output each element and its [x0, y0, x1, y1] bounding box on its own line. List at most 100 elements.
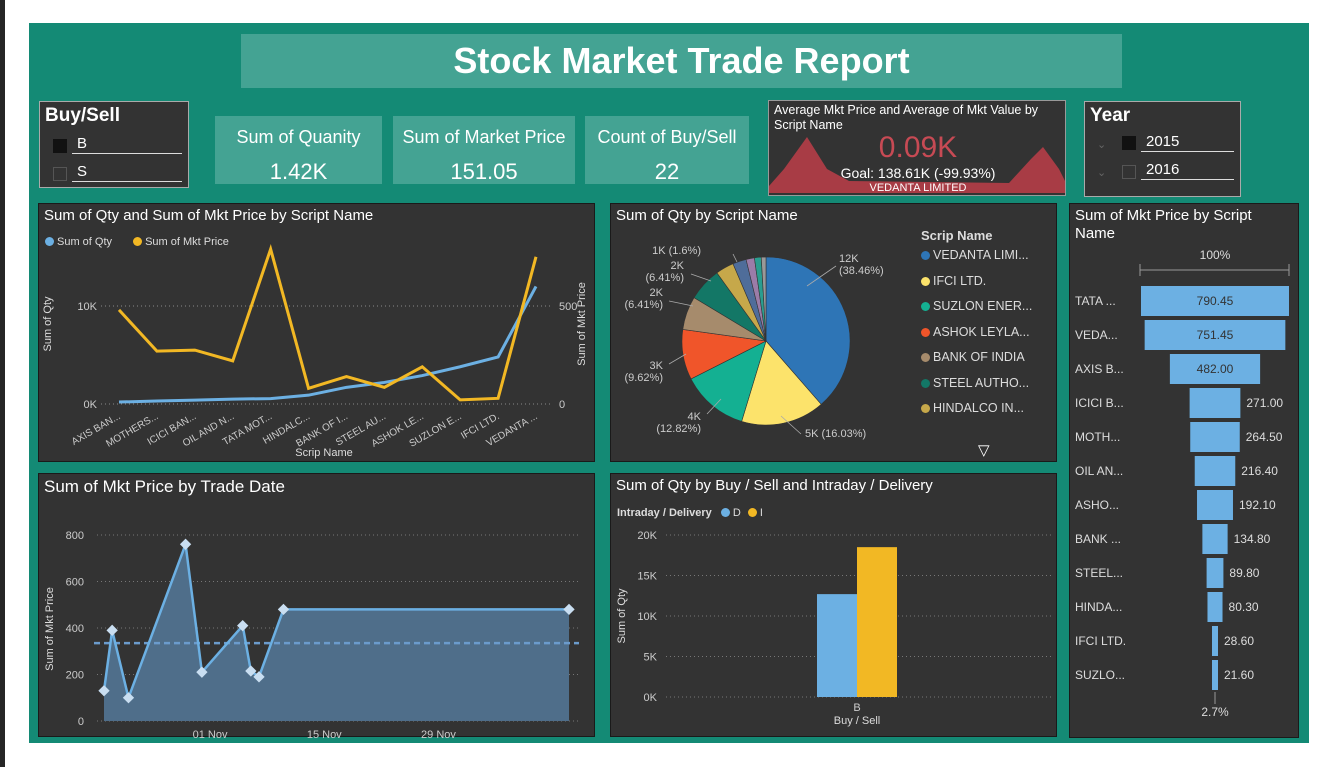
slicer-item-2015[interactable]: 2015: [1141, 132, 1234, 152]
funnel-value-label: 751.45: [1197, 328, 1234, 342]
price-funnel-panel[interactable]: Sum of Mkt Price by Script Name 100% TATA…: [1069, 203, 1299, 738]
legend-dot: [921, 327, 930, 337]
buysell-slicer: Buy/Sell B S: [39, 101, 189, 188]
pie-legend-item[interactable]: HINDALCO IN...: [921, 401, 1024, 415]
funnel-category-label: MOTH...: [1075, 430, 1120, 444]
funnel-category-label: STEEL...: [1075, 566, 1123, 580]
pie-legend-item[interactable]: BANK OF INDIA: [921, 350, 1025, 364]
pie-legend-item[interactable]: VEDANTA LIMI...: [921, 248, 1029, 262]
checkbox-2016[interactable]: [1122, 165, 1136, 179]
gauge-title: Average Mkt Price and Average of Mkt Val…: [774, 103, 1039, 132]
y-axis-label: Sum of Qty: [616, 588, 628, 644]
x-tick-label: 01 Nov: [193, 729, 228, 738]
pie-legend-item[interactable]: SUZLON ENER...: [921, 299, 1032, 313]
year-slicer-title: Year: [1090, 105, 1131, 126]
pie-data-label: 4K: [688, 411, 702, 423]
pie-leader-line: [732, 253, 738, 263]
qty-buysell-bar-panel[interactable]: Sum of Qty by Buy / Sell and Intraday / …: [610, 473, 1057, 737]
slicer-item-s[interactable]: S: [72, 162, 182, 182]
legend-dot: [921, 276, 930, 286]
funnel-category-label: AXIS B...: [1075, 362, 1124, 376]
pie-legend-item[interactable]: ASHOK LEYLA...: [921, 325, 1030, 339]
pie-data-label: (38.46%): [839, 265, 884, 277]
slicer-item-b[interactable]: B: [72, 134, 182, 154]
pie-data-label: 2K: [671, 260, 685, 272]
x-tick-label: B: [853, 702, 860, 714]
legend-scroll-down-icon[interactable]: ▽: [978, 441, 990, 459]
funnel-value-label: 271.00: [1246, 396, 1283, 410]
pie-leader-line: [668, 300, 694, 307]
funnel-bar: [1212, 660, 1218, 690]
funnel-bar: [1212, 626, 1218, 656]
funnel-category-label: ASHO...: [1075, 498, 1119, 512]
funnel-value-label: 21.60: [1224, 668, 1254, 682]
funnel-value-label: 216.40: [1241, 464, 1278, 478]
pie-data-label: (12.82%): [656, 423, 701, 435]
funnel-value-label: 482.00: [1197, 362, 1234, 376]
x-tick-label: 15 Nov: [307, 729, 342, 738]
series-line-price: [117, 244, 538, 402]
funnel-bar: [1194, 456, 1236, 486]
funnel-value-label: 89.80: [1229, 566, 1259, 580]
legend-label: IFCI LTD.: [933, 273, 987, 288]
bar-i: [857, 547, 897, 697]
slicer-item-2016[interactable]: 2016: [1141, 160, 1234, 180]
legend-dot: [921, 404, 930, 413]
pie-data-label: 1K (1.6%): [652, 245, 701, 257]
kpi-value: 22: [654, 159, 680, 184]
legend-label: BANK OF INDIA: [933, 350, 1025, 364]
pie-data-label: (9.62%): [624, 372, 663, 384]
y-axis-label: Sum of Mkt Price: [44, 587, 56, 671]
legend-dot: [921, 302, 930, 311]
y-tick-label: 15K: [637, 571, 657, 583]
funnel-top-label: 100%: [1200, 248, 1231, 262]
x-axis-label: Buy / Sell: [834, 715, 880, 727]
funnel-value-label: 134.80: [1234, 532, 1271, 546]
qty-pie-panel[interactable]: Sum of Qty by Script Name 12K (38.46%) 5K …: [610, 203, 1057, 462]
qty-price-line-panel[interactable]: Sum of Qty and Sum of Mkt Price by Scrip…: [38, 203, 595, 462]
kpi-quantity: Sum of Quanity 1.42K: [215, 116, 382, 184]
y-axis-label: Sum of Qty: [42, 296, 54, 352]
checkbox-s[interactable]: [53, 167, 67, 181]
series-line-qty: [118, 285, 538, 404]
chevron-icon[interactable]: ⌄: [1097, 166, 1106, 179]
funnel-bar: [1207, 592, 1223, 622]
x-axis-label: Scrip Name: [295, 447, 352, 459]
checkbox-2015[interactable]: [1122, 136, 1136, 150]
legend-dot: [921, 378, 930, 388]
x-tick-label: 29 Nov: [421, 729, 456, 738]
area-chart-svg: 020040060080001 Nov15 Nov29 NovTrade Dat…: [44, 530, 579, 738]
pie-legend-item[interactable]: IFCI LTD.: [921, 274, 986, 288]
kpi-label: Sum of Quanity: [236, 127, 361, 147]
gauge-panel[interactable]: Average Mkt Price and Average of Mkt Val…: [768, 100, 1066, 196]
price-area-panel[interactable]: Sum of Mkt Price by Trade Date 0 200 400 60…: [38, 473, 595, 738]
kpi-value: 151.05: [450, 159, 518, 184]
y-tick-label: 0K: [84, 399, 98, 411]
pie-legend-item[interactable]: STEEL AUTHO...: [921, 376, 1029, 390]
checkbox-b[interactable]: [53, 139, 67, 153]
funnel-chart-svg: 100% TATA ... 790.45 VEDA... 751.45 AXIS B...…: [1075, 248, 1290, 719]
y-tick-label: 600: [66, 577, 84, 589]
area-fill: [104, 544, 569, 721]
chevron-icon[interactable]: ⌄: [1097, 138, 1106, 151]
y2-tick-label: 0: [559, 399, 565, 411]
y-tick-label: 0K: [644, 692, 658, 704]
pie-data-label: 2K: [650, 287, 664, 299]
pie-data-label: 5K (16.03%): [805, 428, 866, 440]
legend-label: HINDALCO IN...: [933, 401, 1024, 415]
funnel-category-label: VEDA...: [1075, 328, 1118, 342]
y-tick-label: 0: [78, 716, 84, 728]
legend-label: SUZLON ENER...: [933, 299, 1033, 313]
kpi-value: 1.42K: [269, 159, 328, 184]
buysell-slicer-title: Buy/Sell: [45, 105, 120, 126]
funnel-category-label: OIL AN...: [1075, 464, 1123, 478]
y-tick-label: 20K: [637, 530, 657, 542]
funnel-value-label: 28.60: [1224, 634, 1254, 648]
funnel-bar: [1189, 388, 1241, 418]
pie-leader-line: [668, 353, 687, 365]
report-canvas: Stock Market Trade Report Buy/Sell B S S…: [29, 23, 1309, 743]
funnel-value-label: 192.10: [1239, 498, 1276, 512]
y-tick-label: 10K: [637, 611, 657, 623]
funnel-category-label: TATA ...: [1075, 294, 1116, 308]
pie-data-label: (6.41%): [645, 272, 684, 284]
